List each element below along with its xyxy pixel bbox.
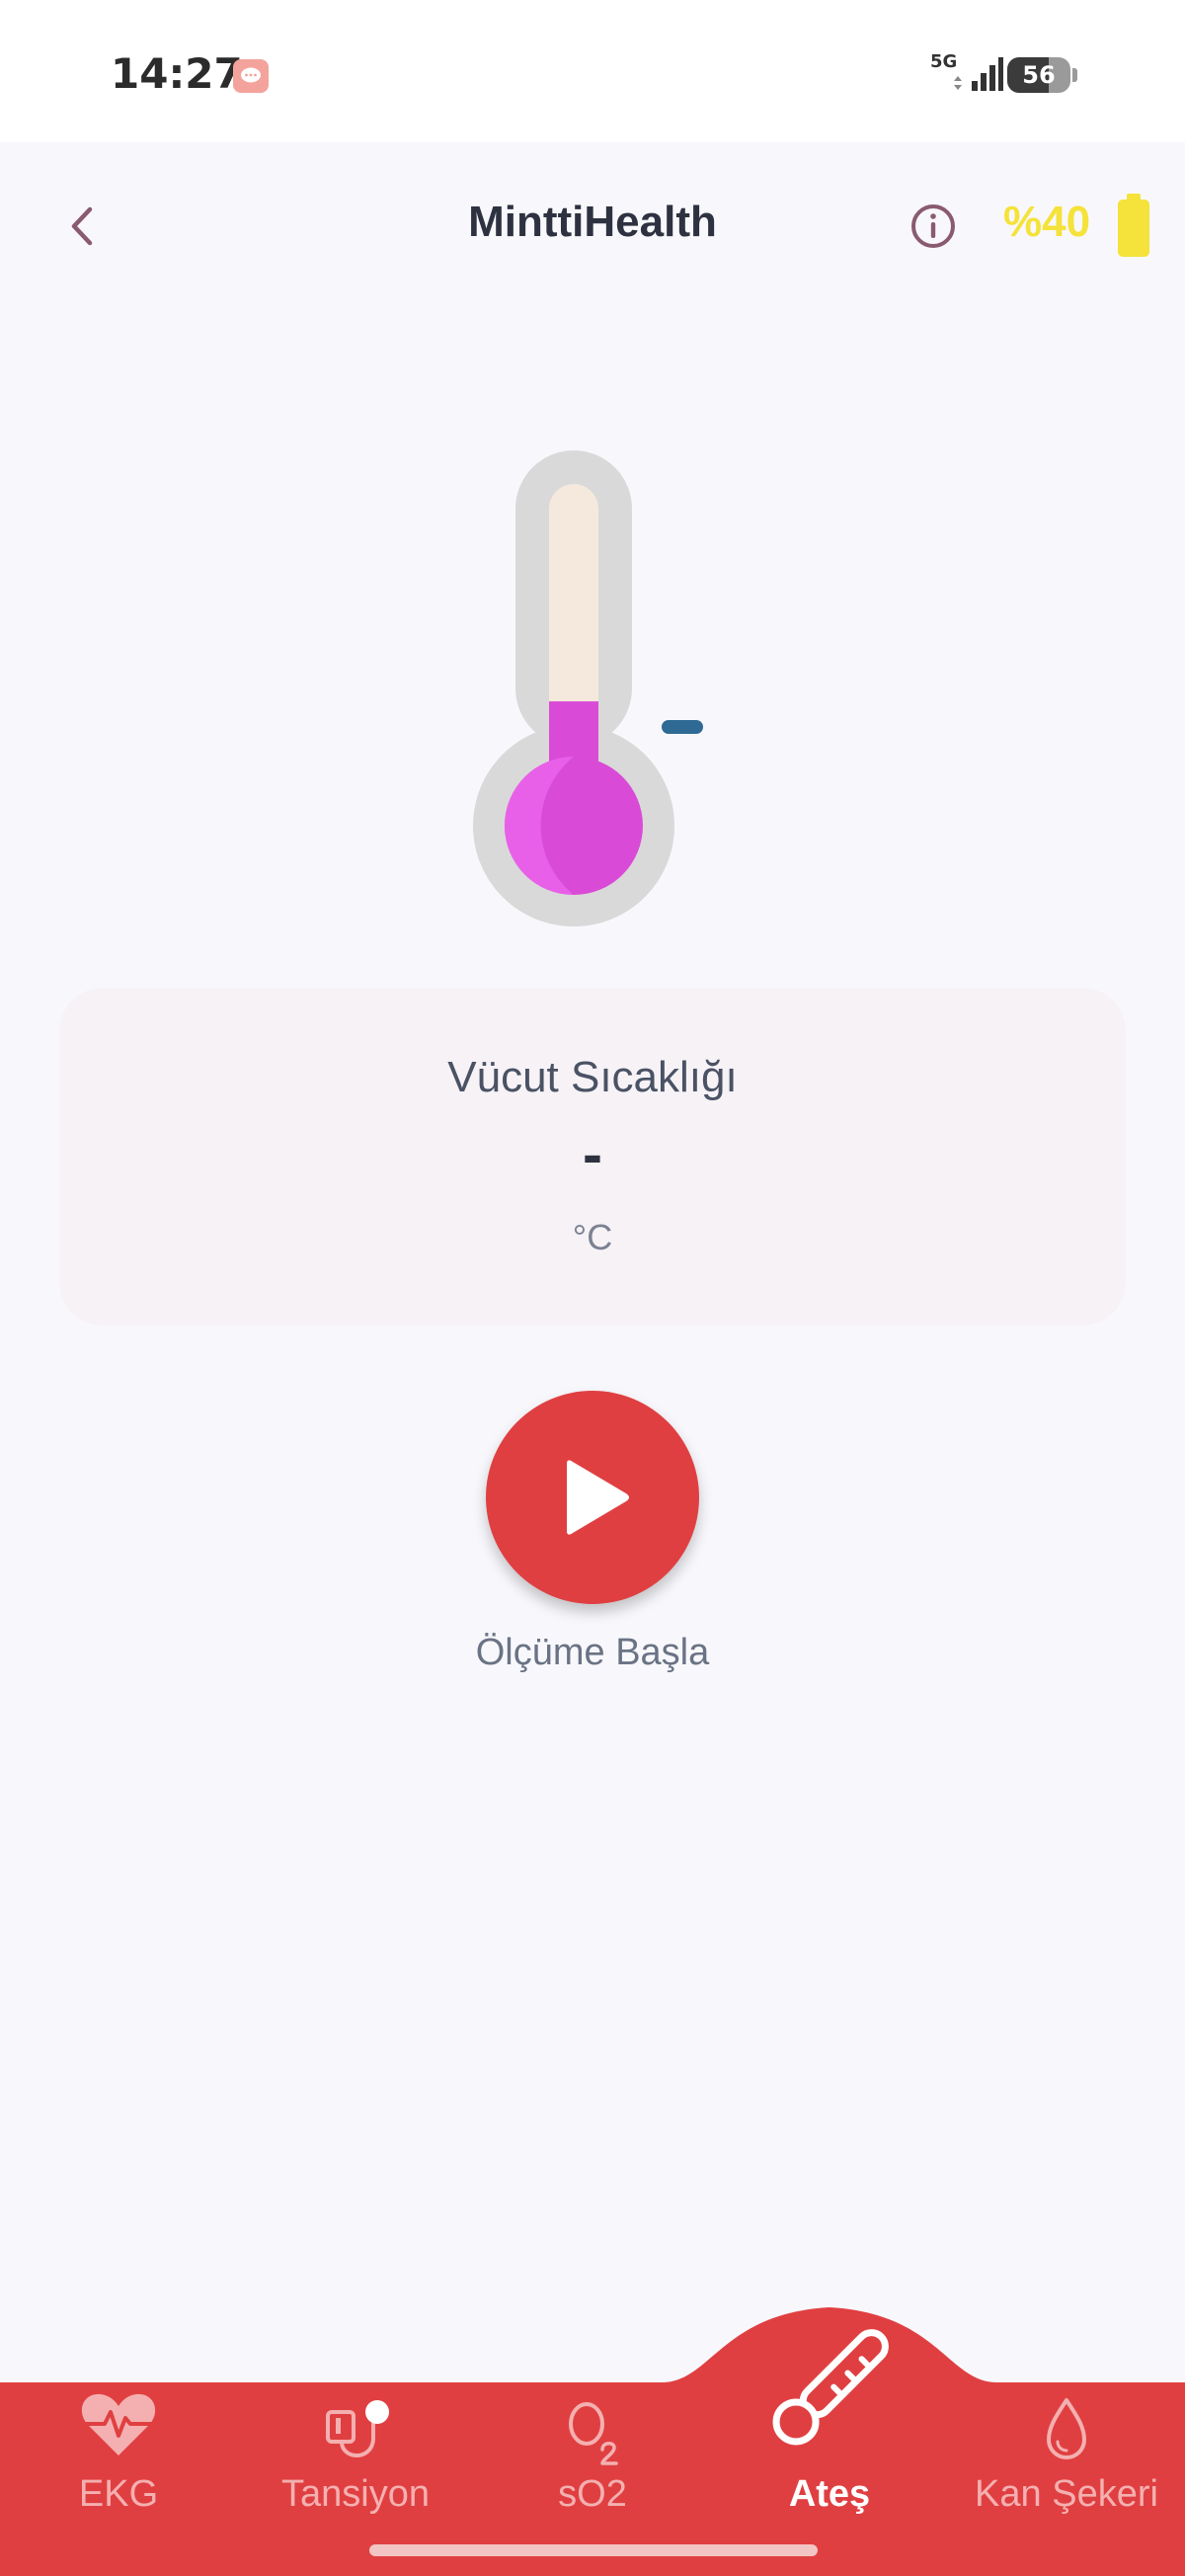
nav-label: EKG [78, 2473, 159, 2515]
device-battery-icon [1118, 194, 1149, 257]
nav-label: sO2 [558, 2473, 627, 2515]
reading-unit: °C [572, 1217, 613, 1257]
signal-icon [954, 57, 1003, 91]
nav-item-so2[interactable]: sO2 [474, 2390, 711, 2538]
nav-item-kan-sekeri[interactable]: Kan Şekeri [948, 2390, 1185, 2538]
reading-label: Vücut Sıcaklığı [447, 1053, 738, 1101]
thermometer-marker [662, 720, 703, 734]
oxygen-icon [474, 2390, 711, 2469]
start-measurement-label: Ölçüme Başla [475, 1632, 710, 1673]
device-battery-percent: %40 [1003, 198, 1091, 246]
nav-item-ekg[interactable]: EKG [0, 2390, 237, 2538]
info-icon [911, 204, 955, 248]
battery-icon: 56 [1007, 57, 1070, 93]
nav-label: Kan Şekeri [975, 2473, 1158, 2515]
status-time: 14:27 [111, 49, 243, 98]
start-measurement-button[interactable] [486, 1391, 699, 1604]
reading-card: Vücut Sıcaklığı - °C [59, 988, 1126, 1326]
nav-item-tansiyon[interactable]: Tansiyon [237, 2390, 474, 2538]
thermometer-gauge [473, 450, 703, 926]
battery-nub [1072, 68, 1077, 82]
nav-label: Tansiyon [281, 2473, 430, 2515]
status-indicators: 5G 56 [928, 51, 1077, 99]
message-icon [233, 59, 269, 93]
status-bar: 14:27 5G 56 [0, 0, 1185, 142]
battery-level: 56 [1022, 61, 1056, 89]
nav-label: Ateş [788, 2473, 871, 2515]
app-header: MinttiHealth %40 [0, 142, 1185, 310]
thermometer-icon [772, 2329, 889, 2446]
home-indicator[interactable] [369, 2544, 818, 2556]
blood-pressure-icon [237, 2390, 474, 2469]
info-button[interactable] [908, 201, 958, 251]
heart-pulse-icon [0, 2390, 237, 2469]
reading-value: - [583, 1121, 602, 1187]
play-icon [567, 1460, 629, 1535]
blood-drop-icon [948, 2390, 1185, 2469]
screen: 14:27 5G 56 MinttiHealth %40 Vücut Sıcak… [0, 0, 1185, 2576]
bottom-navigation: EKG Tansiyon sO2 Ateş Kan Şekeri [0, 2292, 1185, 2576]
